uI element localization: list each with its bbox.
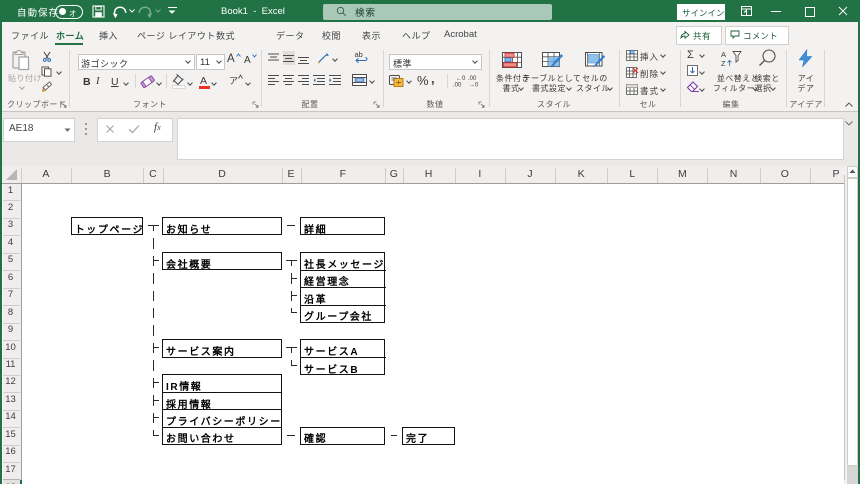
svg-text:→0: →0	[469, 83, 479, 88]
svg-text:A: A	[721, 50, 726, 59]
svg-text:.00: .00	[453, 83, 462, 88]
svg-text:ab: ab	[355, 50, 363, 59]
svg-text:←0: ←0	[456, 76, 466, 82]
svg-text:Z: Z	[721, 59, 726, 67]
svg-text:.00: .00	[468, 76, 477, 82]
